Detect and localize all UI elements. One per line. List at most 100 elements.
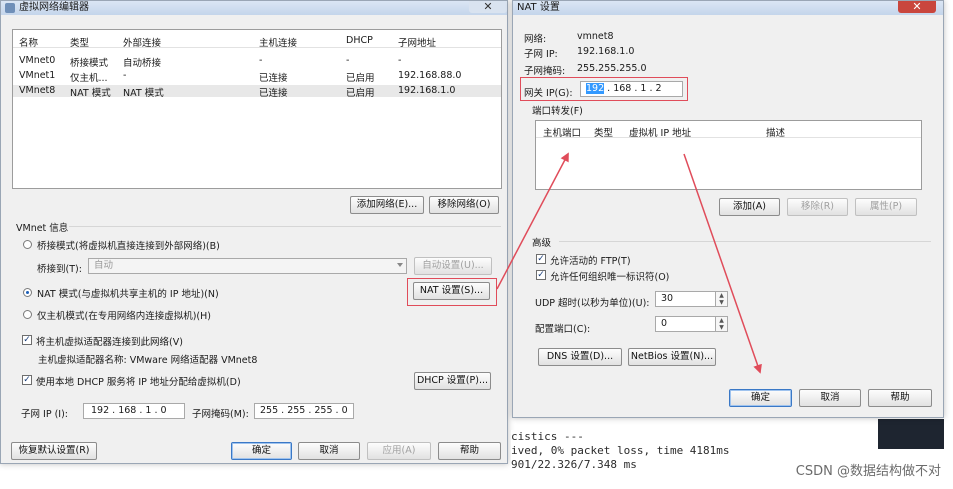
- table-row-selected[interactable]: VMnet8 NAT 模式 NAT 模式 已连接 已启用 192.168.1.0: [13, 85, 501, 99]
- allow-uid-checkbox[interactable]: ✓: [536, 270, 546, 280]
- connect-adapter-checkbox[interactable]: ✓: [22, 335, 32, 345]
- bridge-mode-radio[interactable]: [23, 240, 32, 249]
- cell: 仅主机...: [70, 73, 108, 84]
- auto-settings-button[interactable]: 自动设置(U)...: [414, 257, 492, 275]
- config-port-label: 配置端口(C):: [535, 324, 591, 335]
- cell: 192.168.88.0: [398, 70, 462, 81]
- help-button[interactable]: 帮助: [438, 442, 501, 460]
- cell: 桥接模式: [70, 58, 109, 69]
- properties-button[interactable]: 属性(P): [855, 198, 917, 216]
- port-forwarding-list[interactable]: 主机端口 类型 虚拟机 IP 地址 描述: [535, 120, 922, 190]
- cell: NAT 模式: [123, 88, 164, 99]
- add-button[interactable]: 添加(A): [719, 198, 780, 216]
- cell: 已启用: [346, 73, 375, 84]
- col-external[interactable]: 外部连接: [123, 35, 161, 49]
- virtual-network-editor-window: 虚拟网络编辑器 ✕ 名称 类型 外部连接 主机连接 DHCP 子网地址 VMne…: [0, 0, 508, 464]
- cell: VMnet0: [19, 55, 56, 66]
- nat-mode-radio[interactable]: [23, 288, 32, 297]
- pf-header: 主机端口 类型 虚拟机 IP 地址 描述: [536, 121, 921, 139]
- vne-titlebar[interactable]: 虚拟网络编辑器 ✕: [1, 1, 507, 15]
- nat-settings-highlight: [407, 278, 497, 306]
- config-port-spinner[interactable]: ▲ ▼: [716, 316, 728, 332]
- remove-network-button[interactable]: 移除网络(O): [429, 196, 499, 214]
- cell: 自动桥接: [123, 58, 162, 69]
- cancel-button[interactable]: 取消: [298, 442, 360, 460]
- gateway-highlight: [520, 77, 688, 101]
- col-desc[interactable]: 描述: [766, 125, 785, 139]
- dark-window-fragment: [878, 419, 944, 449]
- subnet-ip-label: 子网 IP:: [524, 49, 558, 60]
- col-type[interactable]: 类型: [594, 125, 613, 139]
- cell: VMnet8: [19, 85, 56, 96]
- divider: [559, 241, 931, 242]
- port-forwarding-label: 端口转发(F): [532, 106, 583, 117]
- col-host-port[interactable]: 主机端口: [543, 125, 581, 139]
- nat-titlebar[interactable]: NAT 设置 ✕: [513, 1, 943, 15]
- cell: 已启用: [346, 88, 375, 99]
- dhcp-settings-button[interactable]: DHCP 设置(P)...: [414, 372, 491, 390]
- nat-title: NAT 设置: [517, 2, 560, 13]
- udp-timeout-input[interactable]: 30: [655, 291, 716, 307]
- cell: -: [259, 55, 263, 66]
- col-subnet[interactable]: 子网地址: [398, 35, 436, 49]
- cell: -: [346, 55, 350, 66]
- use-dhcp-checkbox[interactable]: ✓: [22, 375, 32, 385]
- adapter-name-label: 主机虚拟适配器名称: VMware 网络适配器 VMnet8: [38, 355, 258, 366]
- vne-title: 虚拟网络编辑器: [19, 2, 89, 13]
- subnet-ip-input[interactable]: 192 . 168 . 1 . 0: [83, 403, 185, 419]
- restore-defaults-button[interactable]: 恢复默认设置(R): [11, 442, 97, 460]
- allow-ftp-checkbox[interactable]: ✓: [536, 254, 546, 264]
- cell: -: [123, 70, 127, 81]
- ok-button[interactable]: 确定: [729, 389, 792, 407]
- subnet-mask-input[interactable]: 255 . 255 . 255 . 0: [254, 403, 354, 419]
- udp-timeout-spinner[interactable]: ▲ ▼: [716, 291, 728, 307]
- dns-settings-button[interactable]: DNS 设置(D)...: [538, 348, 622, 366]
- network-value: vmnet8: [577, 31, 614, 42]
- bridge-to-label: 桥接到(T):: [37, 264, 82, 275]
- close-icon[interactable]: ✕: [469, 1, 507, 13]
- host-only-radio[interactable]: [23, 310, 32, 319]
- col-dhcp[interactable]: DHCP: [346, 35, 373, 46]
- vmnet-info-label: VMnet 信息: [16, 223, 69, 234]
- col-host[interactable]: 主机连接: [259, 35, 297, 49]
- chevron-down-icon[interactable]: [397, 263, 403, 267]
- help-button[interactable]: 帮助: [868, 389, 932, 407]
- col-type[interactable]: 类型: [70, 35, 89, 49]
- allow-uid-label[interactable]: 允许任何组织唯一标识符(O): [550, 269, 669, 283]
- table-row[interactable]: VMnet1 仅主机... - 已连接 已启用 192.168.88.0: [13, 70, 501, 84]
- udp-timeout-label: UDP 超时(以秒为单位)(U):: [535, 298, 650, 309]
- host-only-label[interactable]: 仅主机模式(在专用网络内连接虚拟机)(H): [37, 308, 211, 322]
- add-network-button[interactable]: 添加网络(E)...: [350, 196, 424, 214]
- col-name[interactable]: 名称: [19, 35, 38, 49]
- table-row[interactable]: VMnet0 桥接模式 自动桥接 - - -: [13, 55, 501, 69]
- remove-button[interactable]: 移除(R): [787, 198, 848, 216]
- cell: 已连接: [259, 73, 288, 84]
- subnet-mask-label: 子网掩码(M):: [192, 409, 249, 420]
- terminal-line: ived, 0% packet loss, time 4181ms: [511, 444, 730, 457]
- network-list-header: 名称 类型 外部连接 主机连接 DHCP 子网地址: [13, 30, 501, 49]
- ok-button[interactable]: 确定: [231, 442, 292, 460]
- nat-settings-window: NAT 设置 ✕ 网络: vmnet8 子网 IP: 192.168.1.0 子…: [512, 0, 944, 418]
- allow-ftp-label[interactable]: 允许活动的 FTP(T): [550, 253, 631, 267]
- close-icon[interactable]: ✕: [898, 1, 936, 13]
- subnet-mask-label: 子网掩码:: [524, 66, 566, 77]
- cancel-button[interactable]: 取消: [799, 389, 861, 407]
- nat-mode-label[interactable]: NAT 模式(与虚拟机共享主机的 IP 地址)(N): [37, 286, 219, 300]
- advanced-label: 高级: [532, 238, 552, 249]
- cell: VMnet1: [19, 70, 56, 81]
- bridge-mode-label[interactable]: 桥接模式(将虚拟机直接连接到外部网络)(B): [37, 238, 220, 252]
- col-vm-ip[interactable]: 虚拟机 IP 地址: [629, 125, 691, 139]
- network-label: 网络:: [524, 34, 547, 45]
- connect-adapter-label[interactable]: 将主机虚拟适配器连接到此网络(V): [36, 334, 183, 348]
- apply-button[interactable]: 应用(A): [367, 442, 431, 460]
- subnet-mask-value: 255.255.255.0: [577, 63, 647, 74]
- terminal-line: cistics ---: [511, 430, 584, 443]
- cell: 192.168.1.0: [398, 85, 456, 96]
- network-list[interactable]: 名称 类型 外部连接 主机连接 DHCP 子网地址 VMnet0 桥接模式 自动…: [12, 29, 502, 189]
- netbios-settings-button[interactable]: NetBios 设置(N)...: [628, 348, 716, 366]
- cell: -: [398, 55, 402, 66]
- use-dhcp-label[interactable]: 使用本地 DHCP 服务将 IP 地址分配给虚拟机(D): [36, 374, 241, 388]
- config-port-input[interactable]: 0: [655, 316, 716, 332]
- bridge-to-select[interactable]: 自动: [88, 258, 407, 274]
- subnet-ip-value: 192.168.1.0: [577, 46, 635, 57]
